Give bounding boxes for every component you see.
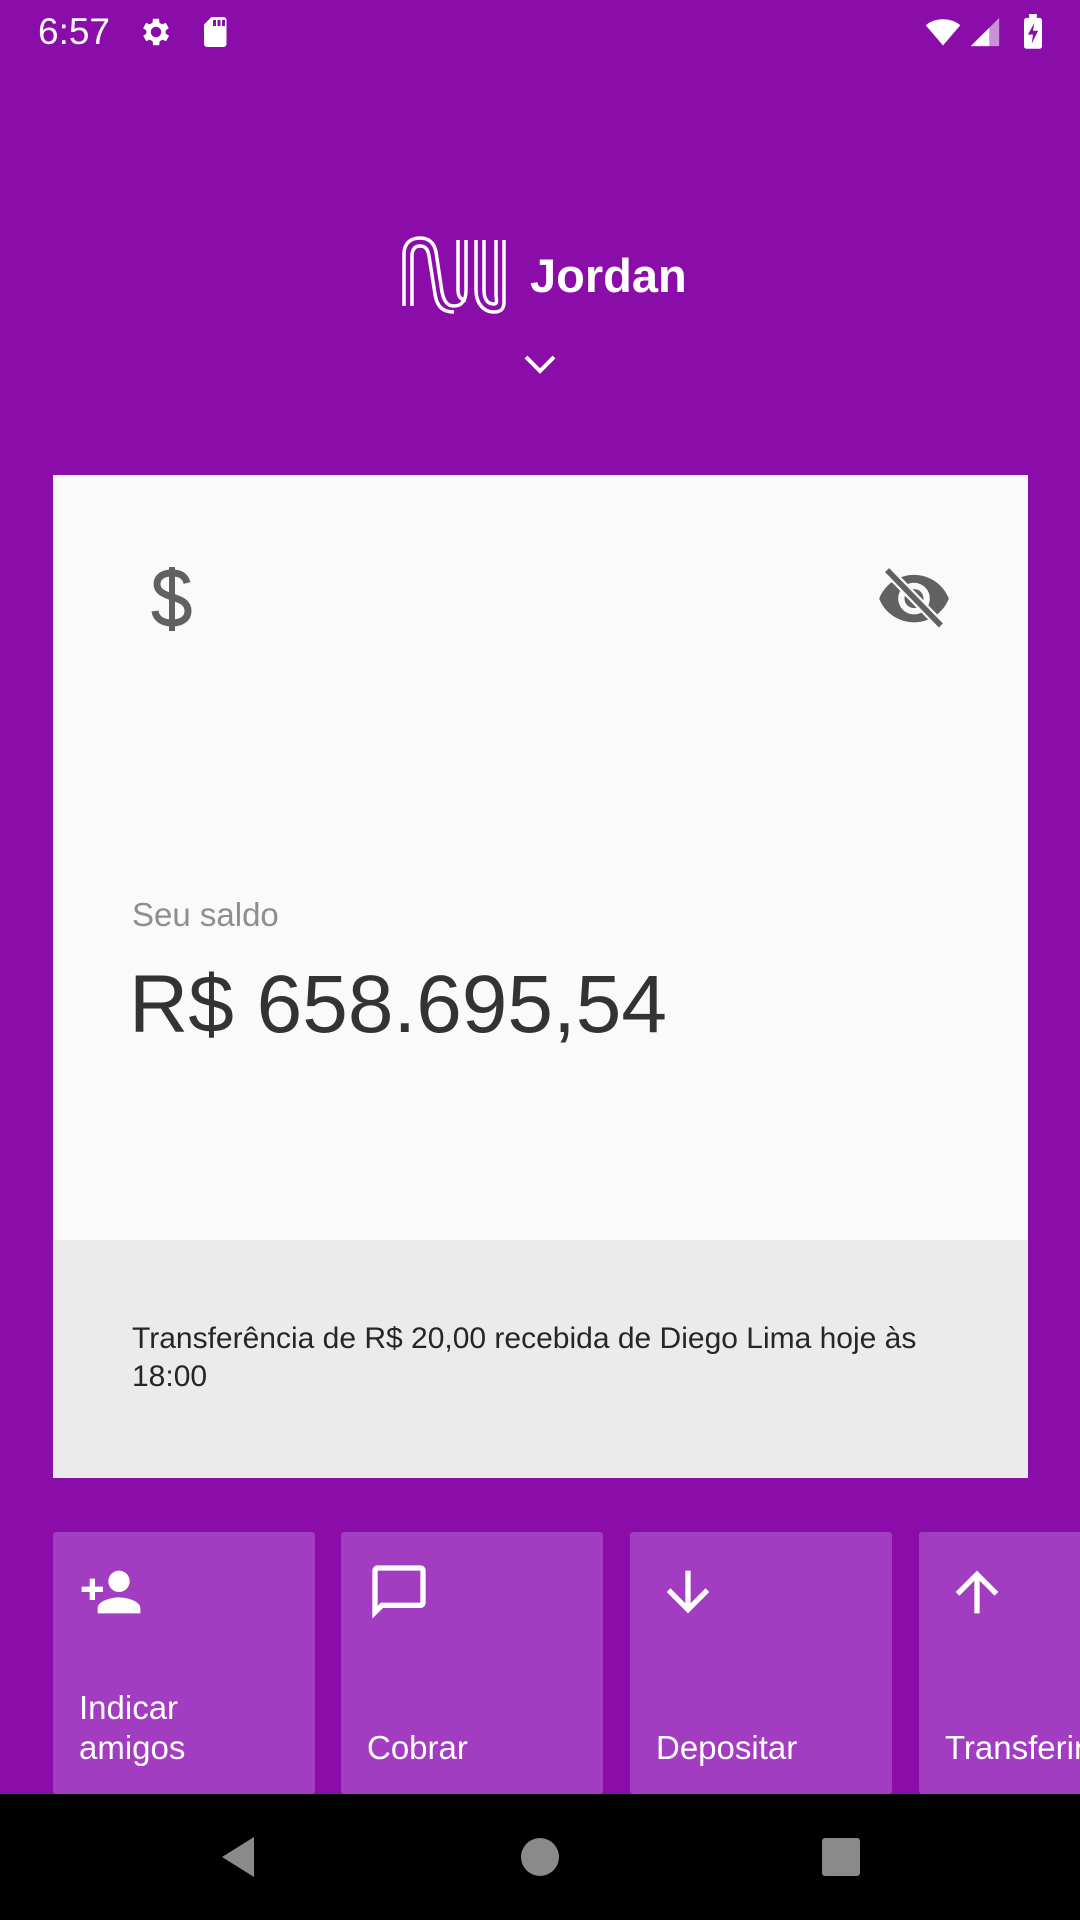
action-depositar[interactable]: Depositar — [630, 1532, 892, 1794]
eye-off-icon[interactable] — [876, 559, 952, 635]
dollar-icon — [145, 563, 199, 635]
user-name: Jordan — [530, 249, 687, 302]
gear-icon — [138, 14, 174, 50]
action-indicar-amigos[interactable]: Indicar amigos — [53, 1532, 315, 1794]
back-icon[interactable] — [214, 1832, 264, 1882]
action-label: Cobrar — [367, 1729, 468, 1766]
system-navigation-bar — [0, 1794, 1080, 1920]
balance-section: Seu saldo R$ 658.695,54 — [53, 475, 1028, 1240]
chat-icon — [367, 1560, 431, 1624]
action-label: Indicar amigos — [79, 1689, 186, 1766]
arrow-up-icon — [945, 1560, 1009, 1624]
person-add-icon — [79, 1560, 143, 1624]
action-label: Depositar — [656, 1729, 798, 1766]
arrow-down-icon — [656, 1560, 720, 1624]
account-header[interactable]: Jordan — [0, 220, 1080, 320]
action-cobrar[interactable]: Cobrar — [341, 1532, 603, 1794]
status-time: 6:57 — [38, 11, 111, 52]
home-icon[interactable] — [515, 1832, 565, 1882]
recent-transaction[interactable]: Transferência de R$ 20,00 recebida de Di… — [53, 1240, 1028, 1478]
action-label: Transferir — [945, 1729, 1080, 1766]
nu-logo — [400, 234, 508, 314]
signal-icon — [968, 14, 1002, 50]
sd-card-icon — [198, 14, 234, 50]
balance-label: Seu saldo — [132, 896, 279, 933]
recents-icon[interactable] — [816, 1832, 866, 1882]
action-transferir[interactable]: Transferir — [919, 1532, 1080, 1794]
chevron-down-icon[interactable] — [522, 352, 558, 378]
status-bar: 6:57 — [0, 0, 1080, 63]
app-screen: 6:57 Jordan Seu saldo R$ 658.695,54 Tran… — [0, 0, 1080, 1794]
battery-charging-icon — [1018, 14, 1048, 50]
account-card[interactable]: Seu saldo R$ 658.695,54 Transferência de… — [53, 475, 1028, 1478]
transaction-notification: Transferência de R$ 20,00 recebida de Di… — [132, 1322, 917, 1393]
balance-value: R$ 658.695,54 — [129, 959, 668, 1050]
action-shortcuts: Indicar amigos Cobrar Depositar Transfer… — [0, 1532, 1080, 1794]
wifi-icon — [922, 14, 964, 50]
